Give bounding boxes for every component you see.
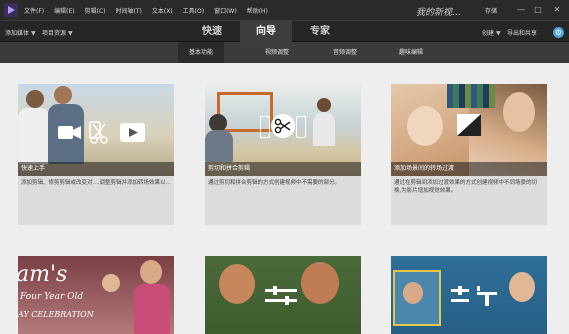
person-figure: [54, 86, 72, 104]
project-name: 我的新视...: [416, 8, 461, 18]
card-thumbnail: am's Four Year Old AY CELEBRATION: [18, 256, 174, 334]
add-media-dropdown[interactable]: 添加媒体 ▼: [5, 28, 36, 37]
tab-expert[interactable]: 专家: [294, 21, 346, 43]
menu-clip[interactable]: 剪辑(C): [85, 6, 106, 15]
card-thumbnail: [205, 256, 361, 334]
close-button[interactable]: ✕: [550, 3, 564, 16]
toolbar: 添加媒体 ▼ 项目资源 ▼ 快速 向导 专家 创建 ▼ 导出和共享 ⚙: [0, 20, 569, 43]
export-share-button[interactable]: 导出和共享: [507, 28, 537, 37]
guided-subtabs: 基本功能 视频调整 音频调整 趣味编辑: [0, 42, 569, 63]
baby-face: [407, 106, 443, 146]
transition-icon: [457, 114, 481, 136]
add-media-label: 添加媒体: [5, 30, 30, 37]
person-figure: [509, 272, 535, 302]
card-description: 添加剪辑、修剪剪辑或改变对...,调整剪辑并添加转场效果以...: [21, 180, 171, 186]
person-figure: [313, 112, 335, 146]
card-title: 剪切和拼合剪辑: [205, 162, 361, 176]
pixel-transition-pattern: [447, 84, 495, 108]
person-figure: [205, 130, 233, 162]
guided-edits-grid: 快速上手 添加剪辑、修剪剪辑或改变对...,调整剪辑并添加转场效果以... 剪切…: [0, 63, 569, 334]
video-scissors-play-icon: [58, 121, 145, 144]
menu-help[interactable]: 帮助(H): [247, 6, 268, 15]
card-description: 通过在剪辑间添加过渡效果的方式创建视频中不同场景的切换,为影片增加视觉效果。: [394, 180, 538, 194]
save-button[interactable]: 存储: [485, 6, 497, 15]
card-title-celebration[interactable]: am's Four Year Old AY CELEBRATION: [18, 256, 174, 334]
menu-text[interactable]: 文本(X): [152, 6, 173, 15]
maximize-button[interactable]: □: [531, 3, 545, 16]
card-title: 快速上手: [18, 162, 174, 176]
create-label: 创建: [482, 30, 495, 37]
person-figure: [18, 108, 50, 164]
chevron-down-icon: ▼: [31, 30, 36, 37]
adjust-sliders-icon: [265, 286, 297, 305]
subtab-video-adjust[interactable]: 视频调整: [254, 42, 300, 63]
project-assets-dropdown[interactable]: 项目资源 ▼: [42, 28, 73, 37]
card-description: 通过剪切和拼合剪辑的方式创建视频中不需要的部分。: [208, 180, 341, 186]
menu-timeline[interactable]: 时间轴(T): [116, 6, 142, 15]
menu-bar: 文件(F) 编辑(E) 剪辑(C) 时间轴(T) 文本(X) 工具(O) 窗口(…: [0, 0, 569, 20]
card-cut-and-merge[interactable]: 剪切和拼合剪辑 通过剪切和拼合剪辑的方式创建视频中不需要的部分。: [205, 84, 361, 225]
mode-tabs: 快速 向导 专家: [186, 21, 348, 43]
card-transitions[interactable]: 添加场景间的转场过渡 通过在剪辑间添加过渡效果的方式创建视频中不同场景的切换,为…: [391, 84, 547, 225]
tab-quick[interactable]: 快速: [186, 21, 238, 43]
chevron-down-icon: ▼: [68, 30, 73, 37]
menu-file[interactable]: 文件(F): [24, 6, 44, 15]
menu-tools[interactable]: 工具(O): [183, 6, 204, 15]
minimize-button[interactable]: —: [514, 3, 528, 16]
subtab-audio-adjust[interactable]: 音频调整: [322, 42, 368, 63]
person-figure: [134, 284, 170, 334]
person-figure: [102, 274, 120, 292]
cut-bracket: [260, 116, 270, 138]
girl-face: [219, 264, 255, 304]
scissors-icon: [271, 114, 295, 138]
project-assets-label: 项目资源: [42, 30, 67, 37]
subtab-fun-edits[interactable]: 趣味编辑: [388, 42, 434, 63]
pip-adjust-icon: [451, 286, 497, 306]
gear-icon[interactable]: ⚙: [553, 27, 564, 38]
card-thumbnail: [391, 256, 547, 334]
card-title: 添加场景间的转场过渡: [391, 162, 547, 176]
menu-window[interactable]: 窗口(W): [214, 6, 237, 15]
card-quick-start[interactable]: 快速上手 添加剪辑、修剪剪辑或改变对...,调整剪辑并添加转场效果以...: [18, 84, 174, 225]
woman-face: [503, 92, 535, 132]
overlay-title: am's: [18, 262, 68, 287]
menu-edit[interactable]: 编辑(E): [54, 6, 74, 15]
tab-guided[interactable]: 向导: [240, 21, 292, 43]
subtab-basics[interactable]: 基本功能: [178, 42, 224, 63]
person-figure: [140, 260, 162, 284]
card-picture-in-picture[interactable]: [391, 256, 547, 334]
person-figure: [26, 90, 44, 108]
girl-face: [301, 262, 339, 304]
person-figure: [317, 98, 331, 112]
overlay-subtitle: Four Year Old: [20, 292, 84, 302]
person-figure: [403, 282, 423, 304]
card-adjust-split[interactable]: [205, 256, 361, 334]
chevron-down-icon: ▼: [496, 30, 501, 37]
create-dropdown[interactable]: 创建 ▼: [482, 28, 501, 37]
cut-bracket: [296, 116, 306, 138]
overlay-caption: AY CELEBRATION: [18, 310, 94, 319]
app-logo-icon: [4, 3, 18, 17]
